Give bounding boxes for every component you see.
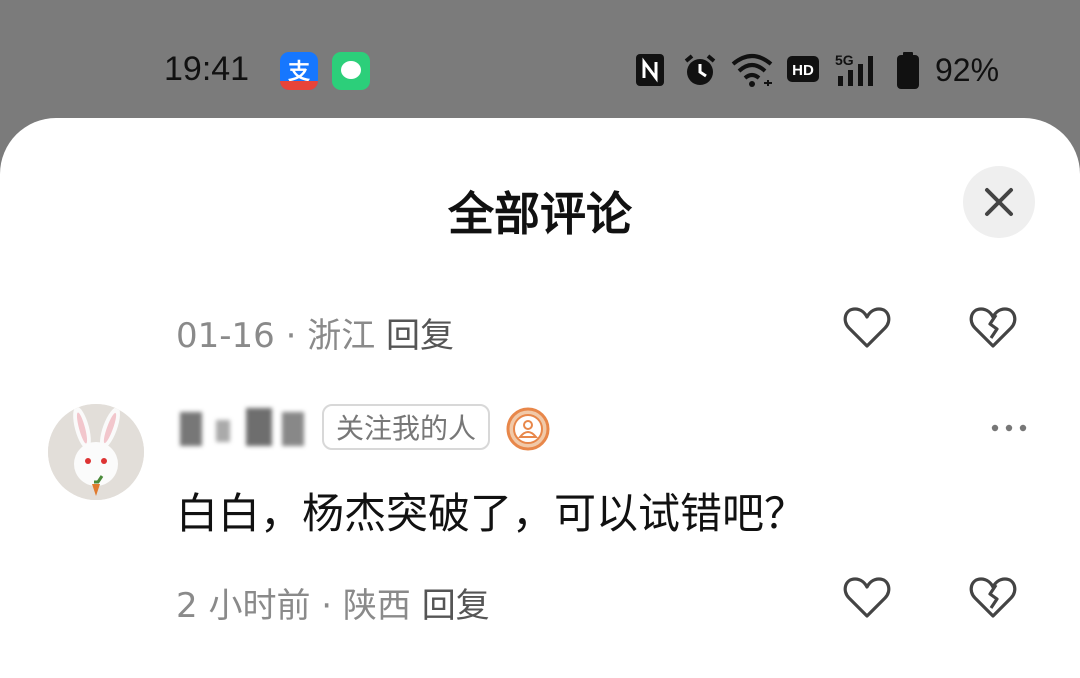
comment-text: 白白，杨杰突破了，可以试错吧？ xyxy=(176,489,807,538)
username-blurred[interactable] xyxy=(176,406,316,452)
dislike-icon[interactable] xyxy=(968,304,1018,350)
sheet-title: 全部评论 xyxy=(448,187,632,241)
rabbit-avatar-icon xyxy=(48,404,144,500)
signal-5g-icon: 5G xyxy=(835,52,873,86)
battery-icon xyxy=(897,52,919,89)
hd-icon: HD xyxy=(787,56,819,82)
status-time: 19:41 xyxy=(164,50,250,88)
like-icon[interactable] xyxy=(842,574,892,620)
messages-icon xyxy=(332,52,370,90)
battery-percent: 92% xyxy=(935,52,1000,88)
comments-sheet: 全部评论 01-16 · 浙江 回复 关注我的人 白白，杨杰突破了，可以试错吧？… xyxy=(0,118,1080,678)
comment-date-location: 01-16 · 浙江 xyxy=(176,316,376,356)
comment-meta: 2 小时前 · 陕西 回复 xyxy=(176,578,490,627)
user-tag: 关注我的人 xyxy=(322,404,491,450)
comment-meta: 01-16 · 浙江 回复 xyxy=(176,308,454,357)
more-options-icon[interactable] xyxy=(990,420,1028,436)
close-icon xyxy=(985,188,1013,216)
nfc-icon xyxy=(636,54,664,86)
reply-button[interactable]: 回复 xyxy=(422,586,490,626)
dislike-icon[interactable] xyxy=(968,574,1018,620)
alarm-icon xyxy=(684,54,716,85)
close-button[interactable] xyxy=(963,166,1035,238)
avatar[interactable] xyxy=(48,404,144,500)
user-badge-icon xyxy=(506,407,550,451)
reply-button[interactable]: 回复 xyxy=(386,316,454,356)
svg-text:5G: 5G xyxy=(835,52,854,68)
status-bar: 19:41 支 HD 5G 92% xyxy=(0,0,1080,118)
like-icon[interactable] xyxy=(842,304,892,350)
alipay-icon: 支 xyxy=(280,52,318,90)
comment-date-location: 2 小时前 · 陕西 xyxy=(176,586,411,626)
wifi-icon xyxy=(731,54,773,87)
svg-text:HD: HD xyxy=(792,62,814,79)
